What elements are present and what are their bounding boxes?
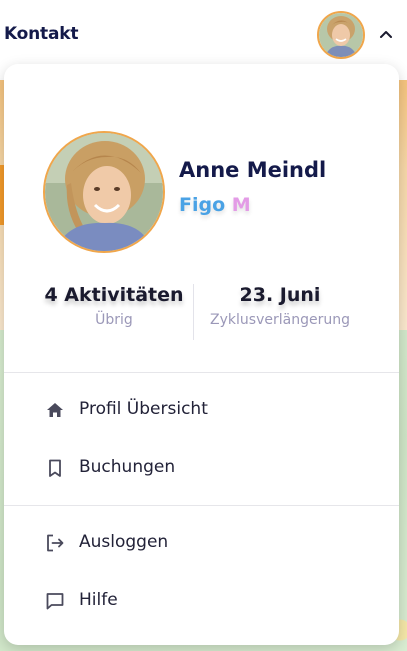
menu-item-label: Profil Übersicht: [79, 399, 208, 419]
menu-item-bookings[interactable]: Buchungen: [4, 443, 399, 493]
stat-remaining-label: Übrig: [95, 312, 133, 328]
menu-item-label: Buchungen: [79, 457, 176, 477]
stat-renewal-value: 23. Juni: [239, 284, 321, 306]
stat-divider: [193, 284, 194, 340]
chat-icon: [46, 593, 64, 610]
divider: [4, 372, 399, 373]
plan-name-part2: M: [231, 194, 251, 216]
chevron-up-icon[interactable]: [377, 26, 395, 44]
bookmark-icon: [49, 459, 61, 477]
stat-renewal-label: Zyklusverlängerung: [210, 312, 350, 328]
menu-item-profile-overview[interactable]: Profil Übersicht: [4, 385, 399, 435]
profile-name: Anne Meindl: [179, 158, 327, 182]
plan-name: Figo M: [179, 194, 251, 216]
stat-remaining-value: 4 Aktivitäten: [44, 284, 184, 306]
divider: [4, 505, 399, 506]
home-icon: [47, 403, 63, 417]
stat-renewal: 23. Juni Zyklusverlängerung: [200, 284, 360, 328]
menu-item-label: Hilfe: [79, 590, 118, 610]
menu-item-label: Ausloggen: [79, 532, 169, 552]
plan-name-part1: Figo: [179, 194, 226, 216]
brand-title[interactable]: Kontakt: [4, 24, 78, 44]
logout-icon: [47, 534, 64, 552]
profile-dropdown: Anne Meindl Figo M 4 Aktivitäten Übrig 2…: [4, 64, 399, 645]
profile-photo: [45, 133, 163, 251]
profile-avatar: [43, 131, 165, 253]
menu-item-logout[interactable]: Ausloggen: [4, 518, 399, 568]
top-bar: Kontakt: [0, 0, 407, 70]
avatar[interactable]: [317, 11, 365, 59]
menu-item-help[interactable]: Hilfe: [4, 576, 399, 626]
avatar-photo: [319, 13, 363, 57]
stat-remaining: 4 Aktivitäten Übrig: [44, 284, 184, 328]
